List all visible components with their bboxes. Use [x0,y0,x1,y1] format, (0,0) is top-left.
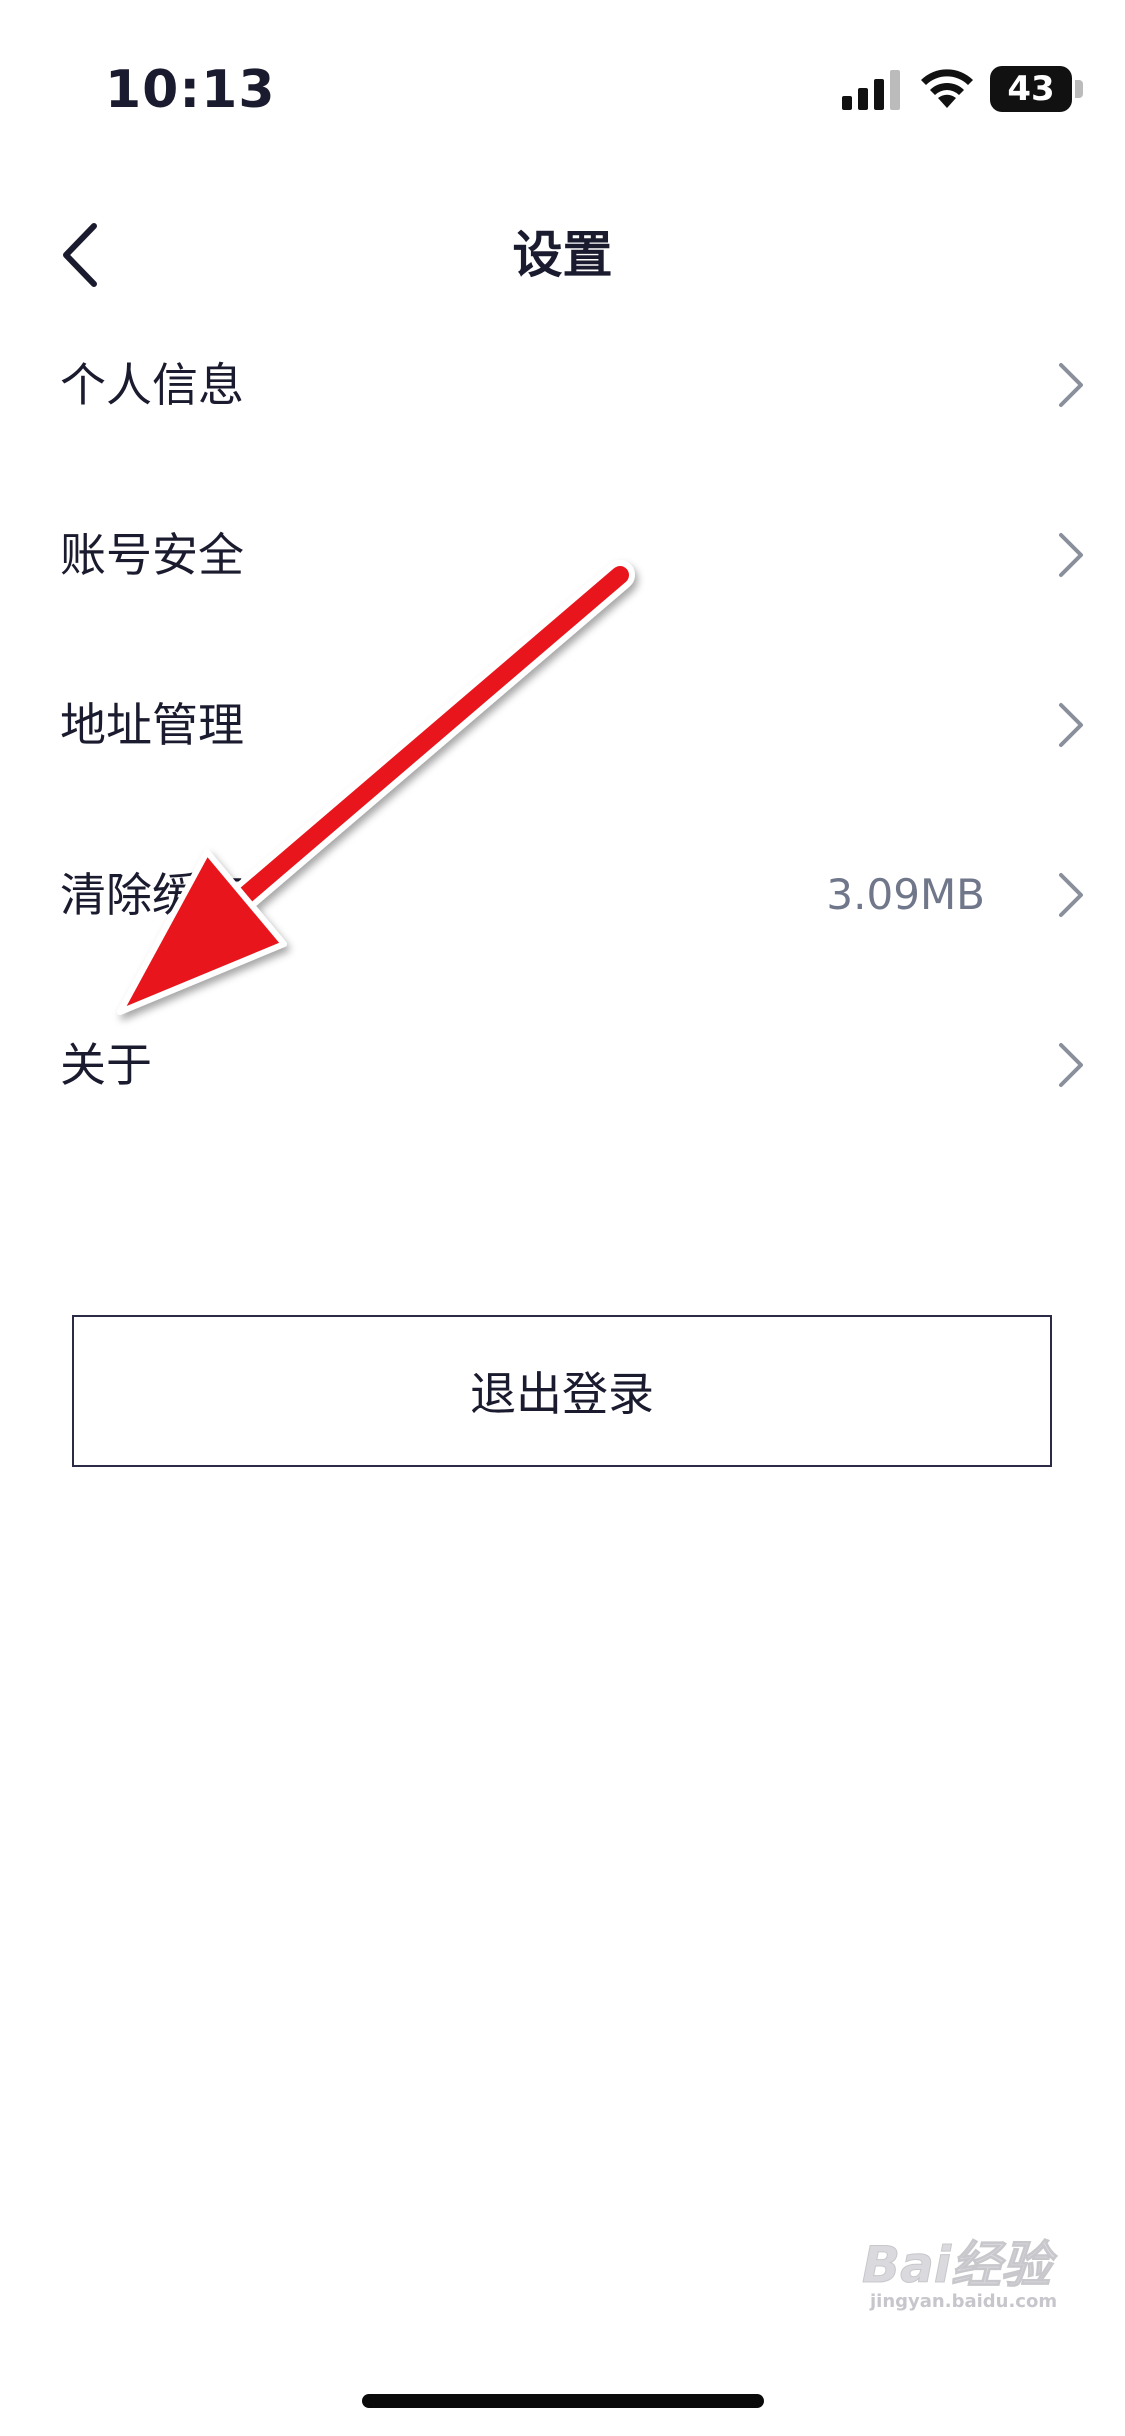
settings-item-label: 个人信息 [60,358,244,412]
settings-item-label: 账号安全 [60,528,244,582]
baidu-jingyan-watermark: Bai经验 jingyan.baidu.com [862,2205,1102,2325]
signal-icon [842,70,900,110]
settings-item-account-security[interactable]: 账号安全 [0,470,1125,640]
battery-cap [1075,80,1083,98]
chevron-right-icon [1059,363,1083,407]
home-indicator[interactable] [362,2394,764,2408]
settings-list: 个人信息 账号安全 地址管理 清除缓存 3.09MB 关于 [0,300,1125,1150]
cache-size-value: 3.09MB [826,870,985,919]
watermark-url: jingyan.baidu.com [870,2291,1058,2312]
settings-item-address-management[interactable]: 地址管理 [0,640,1125,810]
settings-item-label: 地址管理 [60,698,244,752]
logout-button[interactable]: 退出登录 [72,1315,1052,1467]
settings-item-clear-cache[interactable]: 清除缓存 3.09MB [0,810,1125,980]
settings-item-label: 清除缓存 [60,868,244,922]
chevron-right-icon [1059,1043,1083,1087]
settings-item-personal-info[interactable]: 个人信息 [0,300,1125,470]
settings-item-label: 关于 [60,1038,152,1092]
status-time: 10:13 [105,60,276,120]
chevron-right-icon [1059,703,1083,747]
wifi-icon [921,69,973,108]
settings-item-about[interactable]: 关于 [0,980,1125,1150]
watermark-logo: Bai经验 [862,2236,1052,2295]
battery-level: 43 [1007,69,1055,109]
battery-icon: 43 [990,66,1072,112]
chevron-left-icon [63,223,97,287]
chevron-right-icon [1059,873,1083,917]
chevron-right-icon [1059,533,1083,577]
status-bar: 10:13 43 [0,0,1125,180]
